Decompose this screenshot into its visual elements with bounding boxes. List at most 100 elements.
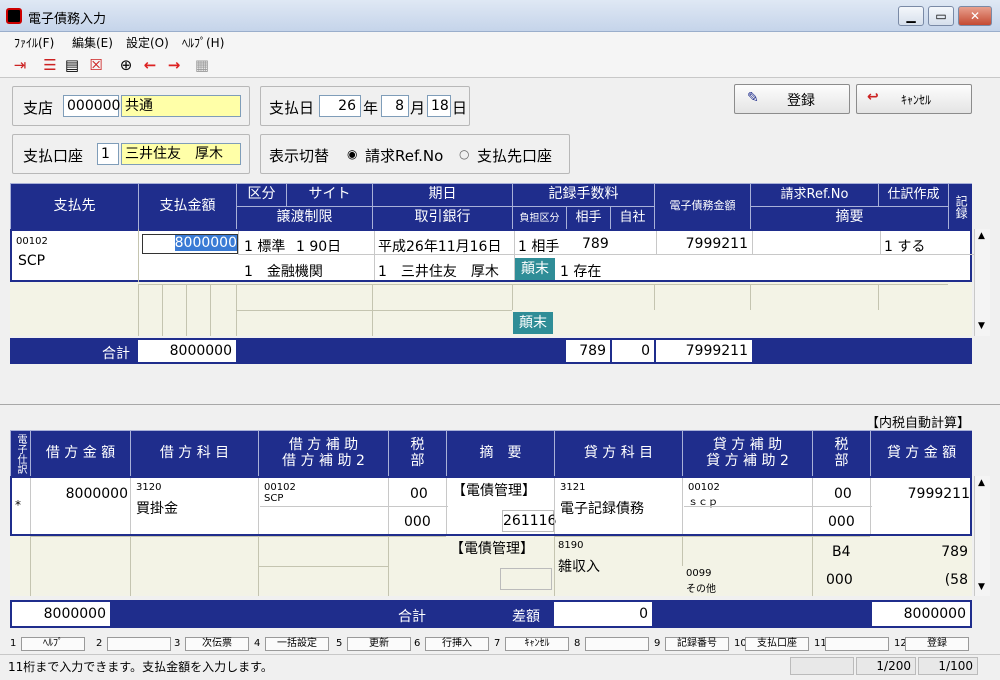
col-kijitsu: 期日 [372, 183, 512, 206]
menu-help[interactable]: ﾍﾙﾌﾟ(H) [182, 34, 224, 51]
radio-ref-label[interactable]: 請求Ref.No [365, 145, 443, 166]
fkey-8[interactable]: 8 [574, 637, 652, 651]
table-row[interactable]: * 8000000 3120 買掛金 00102 SCP 00 000 【電債管… [10, 476, 972, 536]
payee-name: SCP [18, 253, 46, 269]
chomatsu-badge[interactable]: 顛末 [513, 312, 553, 334]
menu-settings[interactable]: 設定(O) [126, 34, 169, 51]
fkey-label[interactable] [585, 637, 649, 651]
status-message: 11桁まで入力できます。支払金額を入力します。 [8, 660, 273, 674]
cancel-label: ｷｬﾝｾﾙ [901, 93, 932, 107]
radio-account-icon[interactable]: ○ [459, 147, 469, 161]
minimize-button[interactable]: ▁ [898, 6, 924, 26]
cancel-doc-icon[interactable]: ☒ [86, 55, 106, 75]
status-page2: 1/100 [918, 657, 978, 675]
tekiyo-num[interactable] [500, 568, 552, 590]
lower-total-label: 合計 [398, 609, 426, 625]
branch-panel: 支店 000000 共通 [12, 86, 250, 126]
fkey-label[interactable]: 支払口座 [745, 637, 809, 651]
table-row[interactable]: 00102 SCP 8000000 1 標準 1 90日 平成26年11月16日… [10, 229, 974, 282]
kijitsu-value: 平成26年11月16日 [378, 239, 502, 255]
fkey-number: 9 [654, 638, 661, 649]
maximize-button[interactable]: ▭ [928, 6, 954, 26]
zoom-icon[interactable]: ⊕ [116, 55, 136, 75]
fkey-label[interactable]: ｷｬﾝｾﾙ [505, 637, 569, 651]
site-value: 1 90日 [296, 239, 342, 255]
tekiyo-num[interactable]: 261116 [502, 510, 556, 532]
menu-file[interactable]: ﾌｧｲﾙ(F) [14, 34, 54, 51]
radio-account-label[interactable]: 支払先口座 [477, 145, 552, 166]
lower-total-row: 8000000 合計 差額 0 8000000 [10, 600, 972, 628]
scroll-down-icon[interactable]: ▼ [978, 582, 985, 592]
calculator-icon[interactable]: ▦ [192, 55, 212, 75]
cancel-button[interactable]: ↩ ｷｬﾝｾﾙ [856, 84, 972, 114]
pay-year-input[interactable]: 26 [319, 95, 361, 117]
fkey-number: 4 [254, 638, 261, 649]
col-kashi-hojo: 貸 方 補 助貸 方 補 助 2 [682, 430, 812, 476]
pen-icon: ✎ [747, 90, 759, 106]
pay-day-input[interactable]: 18 [427, 95, 451, 117]
fkey-12[interactable]: 12 登録 [894, 637, 972, 651]
status-bar: 11桁まで入力できます。支払金額を入力します。 1/200 1/100 [0, 654, 1000, 680]
fkey-label[interactable]: ﾍﾙﾌﾟ [21, 637, 85, 651]
shiwake-value[interactable]: 1 する [884, 236, 925, 256]
fkey-10[interactable]: 10 支払口座 [734, 637, 812, 651]
window-title: 電子債務入力 [28, 12, 107, 27]
scroll-up-icon[interactable]: ▲ [978, 478, 985, 488]
col-denshi-shiwake: 電子仕訳 [10, 430, 30, 476]
kashi-amount[interactable]: 789 [872, 544, 972, 560]
scroll-up-icon[interactable]: ▲ [978, 231, 985, 241]
account-code-input[interactable]: 1 [97, 143, 119, 165]
fkey-7[interactable]: 7 ｷｬﾝｾﾙ [494, 637, 572, 651]
kashi-amount-tax: (58 [944, 572, 968, 588]
col-kari-kamoku: 借 方 科 目 [130, 430, 258, 476]
table-row[interactable]: 【電債管理】 8190 雑収入 0099 その他 B4 000 789 (58 [10, 536, 972, 596]
amount-input[interactable]: 8000000 [142, 234, 238, 254]
col-ref: 請求Ref.No [750, 183, 878, 206]
menu-edit[interactable]: 編集(E) [72, 34, 113, 51]
fkey-label[interactable]: 記録番号 [665, 637, 729, 651]
fkey-4[interactable]: 4 一括設定 [254, 637, 332, 651]
kzei-value: 00 [834, 486, 852, 502]
table-row[interactable]: 顛末 [10, 284, 972, 336]
diff-label: 差額 [512, 609, 540, 625]
branch-code-input[interactable]: 000000 [63, 95, 120, 117]
list-icon[interactable]: ☰ [40, 55, 60, 75]
pay-month-input[interactable]: 8 [381, 95, 409, 117]
fkey-3[interactable]: 3 次伝票 [174, 637, 252, 651]
fkey-label[interactable]: 次伝票 [185, 637, 249, 651]
lower-scrollbar[interactable]: ▲ ▼ [974, 476, 990, 596]
fkey-label[interactable]: 一括設定 [265, 637, 329, 651]
upper-scrollbar[interactable]: ▲ ▼ [974, 229, 990, 336]
fkey-number: 6 [414, 638, 421, 649]
kashi-code: 3121 [560, 482, 586, 493]
fkey-2[interactable]: 2 [96, 637, 174, 651]
print-icon[interactable]: ▤ [62, 55, 82, 75]
kari-amount[interactable]: 8000000 [34, 486, 132, 502]
chomatsu-badge[interactable]: 顛末 [515, 258, 555, 280]
close-button[interactable]: ✕ [958, 6, 992, 26]
fkey-number: 5 [336, 638, 343, 649]
scroll-down-icon[interactable]: ▼ [978, 321, 985, 331]
next-arrow-icon[interactable]: → [164, 55, 184, 75]
month-unit: 月 [410, 99, 426, 117]
prev-arrow-icon[interactable]: ← [140, 55, 160, 75]
day-unit: 日 [452, 99, 468, 117]
exit-icon[interactable]: ⇥ [10, 55, 30, 75]
radio-ref-checked-icon[interactable]: ◉ [347, 147, 357, 161]
fkey-5[interactable]: 5 更新 [336, 637, 414, 651]
fkey-label[interactable]: 行挿入 [425, 637, 489, 651]
fkey-9[interactable]: 9 記録番号 [654, 637, 732, 651]
register-button[interactable]: ✎ 登録 [734, 84, 850, 114]
fkey-label[interactable] [107, 637, 171, 651]
fkey-11[interactable]: 11 [814, 637, 892, 651]
fkey-number: 8 [574, 638, 581, 649]
col-payee: 支払先 [10, 183, 138, 229]
fkey-label[interactable]: 更新 [347, 637, 411, 651]
col-futan: 負担区分 [512, 206, 566, 229]
fkey-6[interactable]: 6 行挿入 [414, 637, 492, 651]
fkey-1[interactable]: 1 ﾍﾙﾌﾟ [10, 637, 88, 651]
fkey-label[interactable] [825, 637, 889, 651]
kashi-amount[interactable]: 7999211 [874, 486, 974, 502]
fkey-label[interactable]: 登録 [905, 637, 969, 651]
denshi-value: 7999211 [685, 236, 748, 252]
